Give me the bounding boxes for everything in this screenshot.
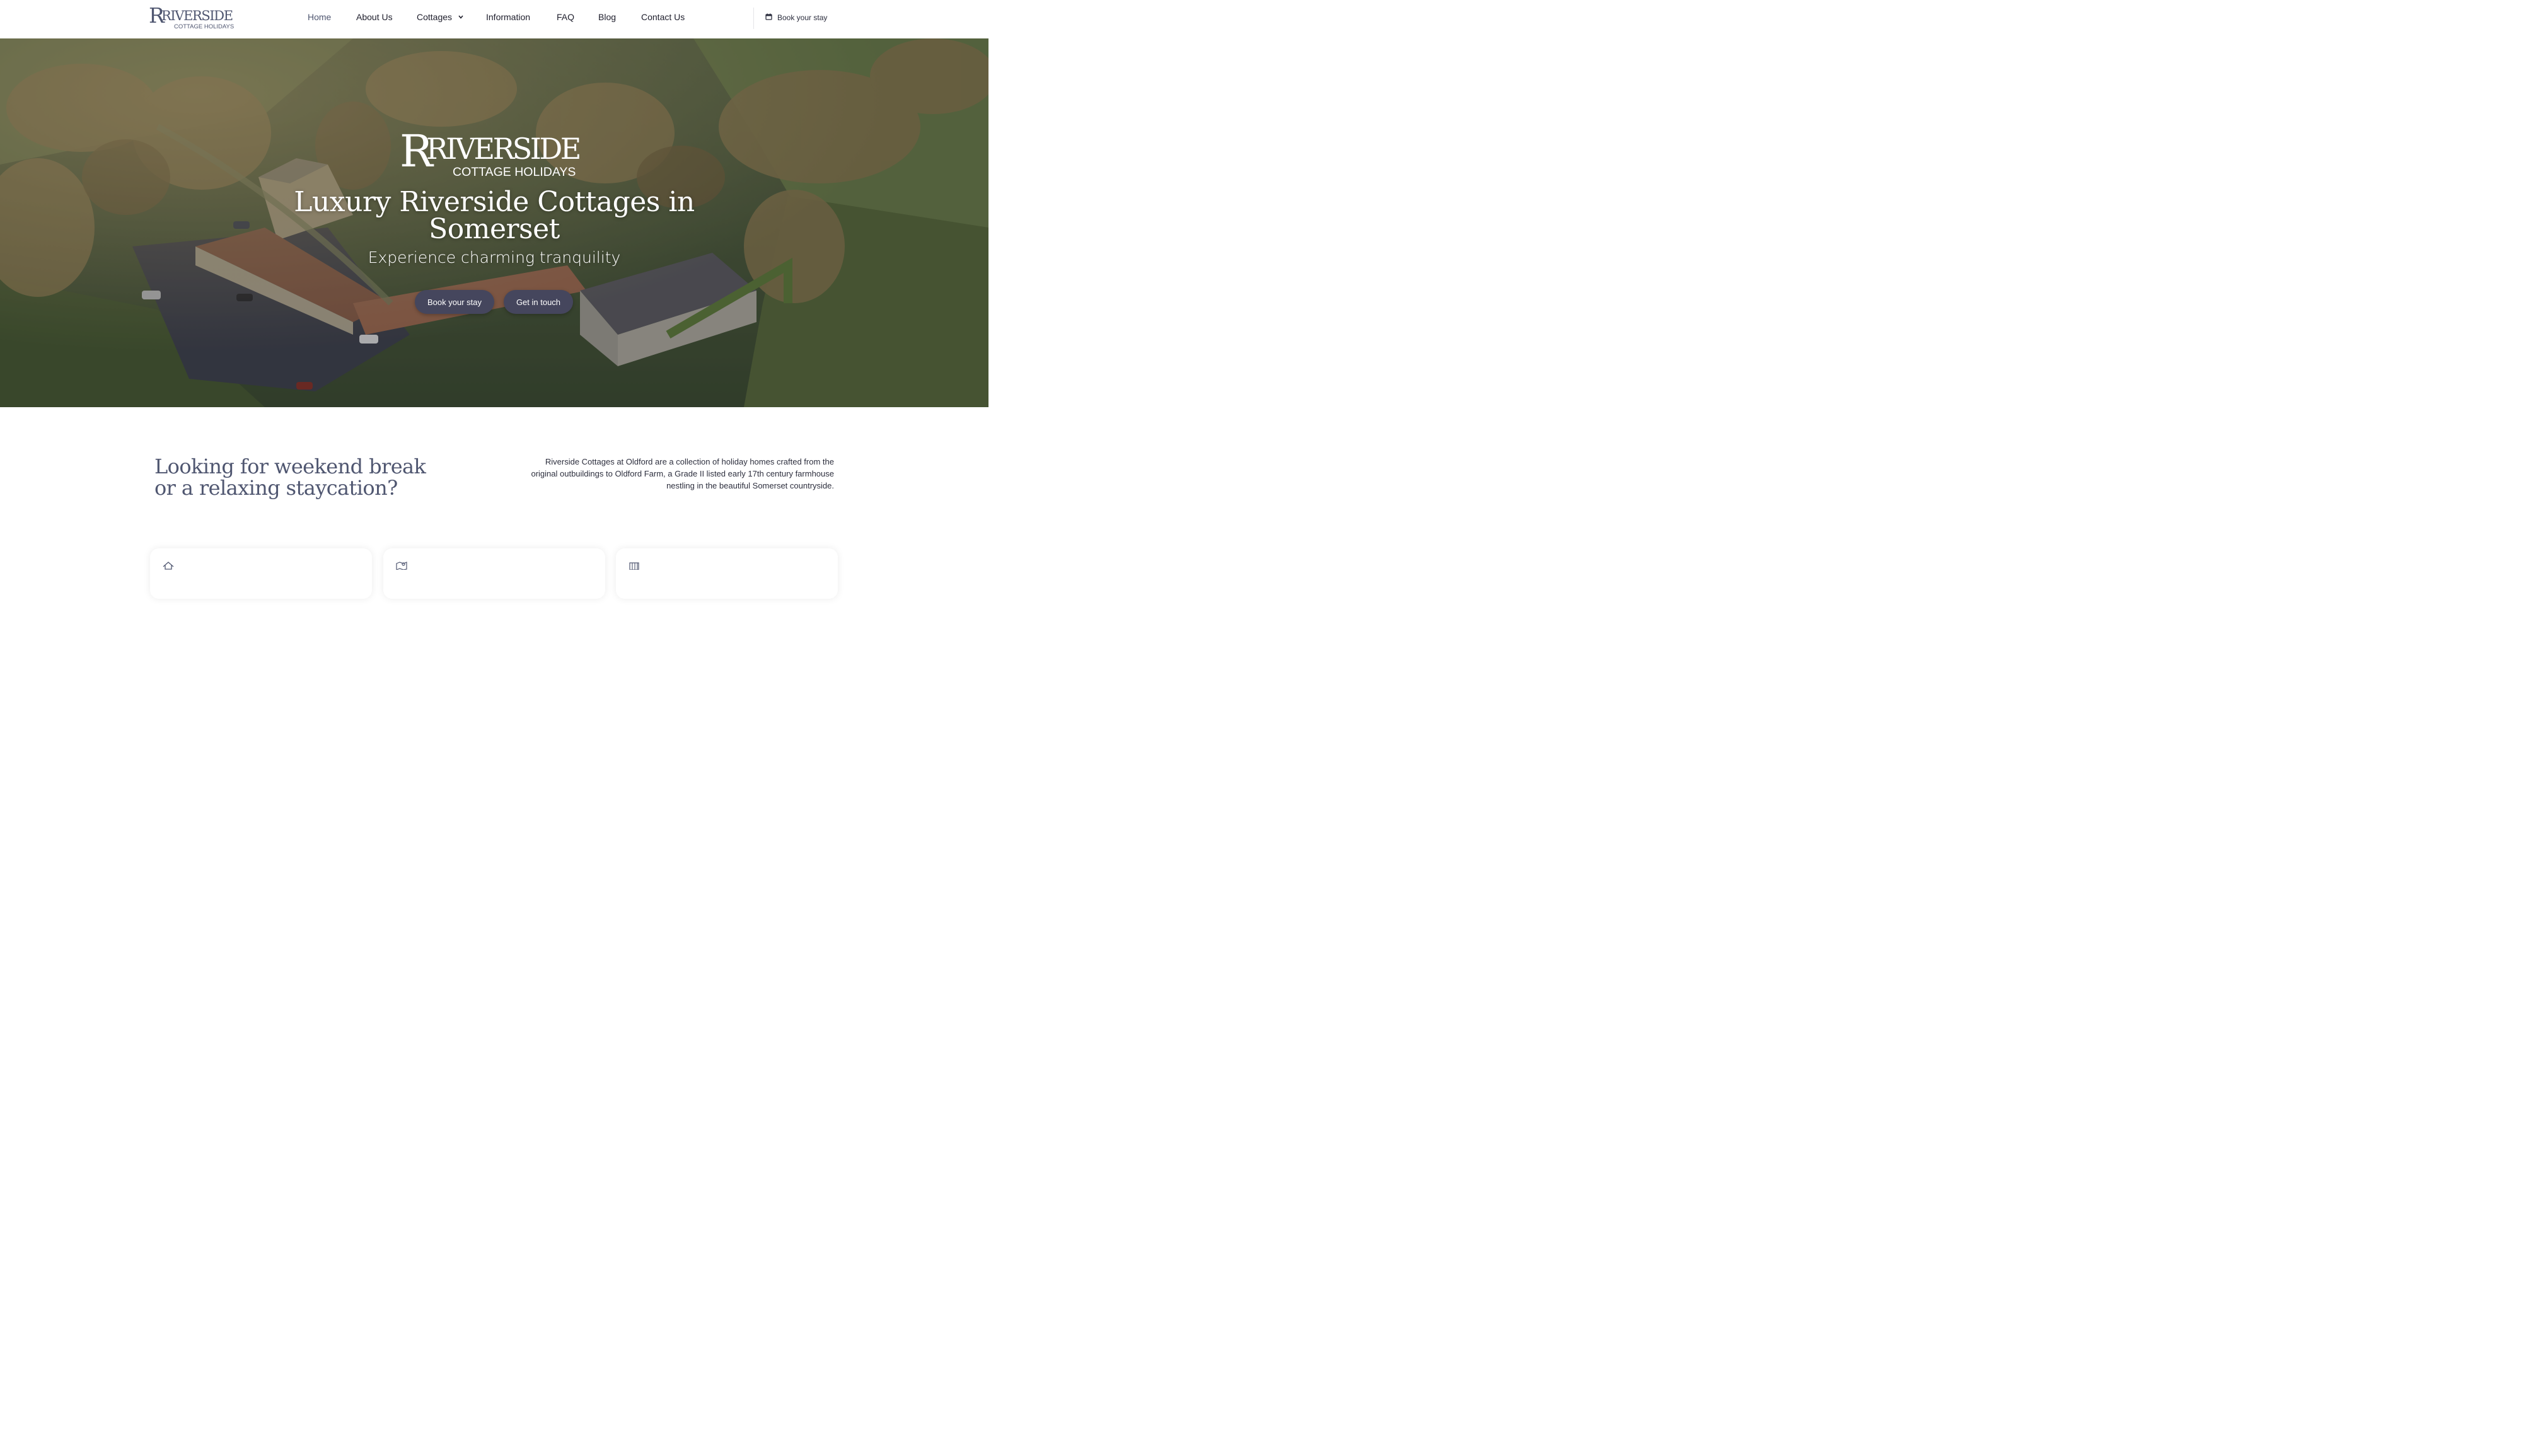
hero-logo: R RIVERSIDE COTTAGE HOLIDAYS (400, 129, 581, 179)
nav-home[interactable]: Home (308, 12, 331, 22)
site-header: R RIVERSIDE COTTAGE HOLIDAYS Home About … (0, 0, 988, 39)
header-book-label: Book your stay (777, 13, 828, 22)
nav-blog[interactable]: Blog (598, 12, 616, 22)
building-icon (629, 562, 639, 570)
nav-faq[interactable]: FAQ (557, 12, 574, 22)
intro-text: Riverside Cottages at Oldford are a coll… (531, 457, 834, 490)
chevron-down-icon (458, 15, 463, 20)
nav-information[interactable]: Information (486, 12, 530, 22)
calendar-icon (765, 13, 772, 20)
header-book-button[interactable]: Book your stay (765, 13, 827, 22)
hero-logo-wordmark: RIVERSIDE (426, 132, 579, 166)
hero-book-button[interactable]: Book your stay (415, 290, 494, 314)
header-divider (753, 8, 754, 29)
hero-section: R RIVERSIDE COTTAGE HOLIDAYS Luxury Rive… (0, 38, 988, 407)
feature-card-1 (150, 548, 372, 599)
hero-subtitle: Experience charming tranquility (368, 248, 621, 267)
brand-logo[interactable]: R RIVERSIDE COTTAGE HOLIDAYS (149, 6, 238, 32)
hero-logo-tagline: COTTAGE HOLIDAYS (453, 165, 576, 179)
logo-wordmark: RIVERSIDE (161, 8, 233, 23)
logo-tagline: COTTAGE HOLIDAYS (174, 23, 234, 30)
nav-cottages[interactable]: Cottages (417, 12, 463, 22)
feature-card-3 (616, 548, 838, 599)
feature-card-2 (383, 548, 605, 599)
nav-cottages-label: Cottages (417, 12, 453, 22)
hero-contact-button[interactable]: Get in touch (504, 290, 573, 314)
nav-contact-us[interactable]: Contact Us (641, 12, 685, 22)
hero-title: Luxury Riverside Cottages in Somerset (294, 186, 695, 245)
intro-heading: Looking for weekend break or a relaxing … (154, 454, 426, 500)
house-icon (163, 562, 174, 570)
map-pin-icon (396, 562, 407, 570)
nav-about-us[interactable]: About Us (356, 12, 393, 22)
